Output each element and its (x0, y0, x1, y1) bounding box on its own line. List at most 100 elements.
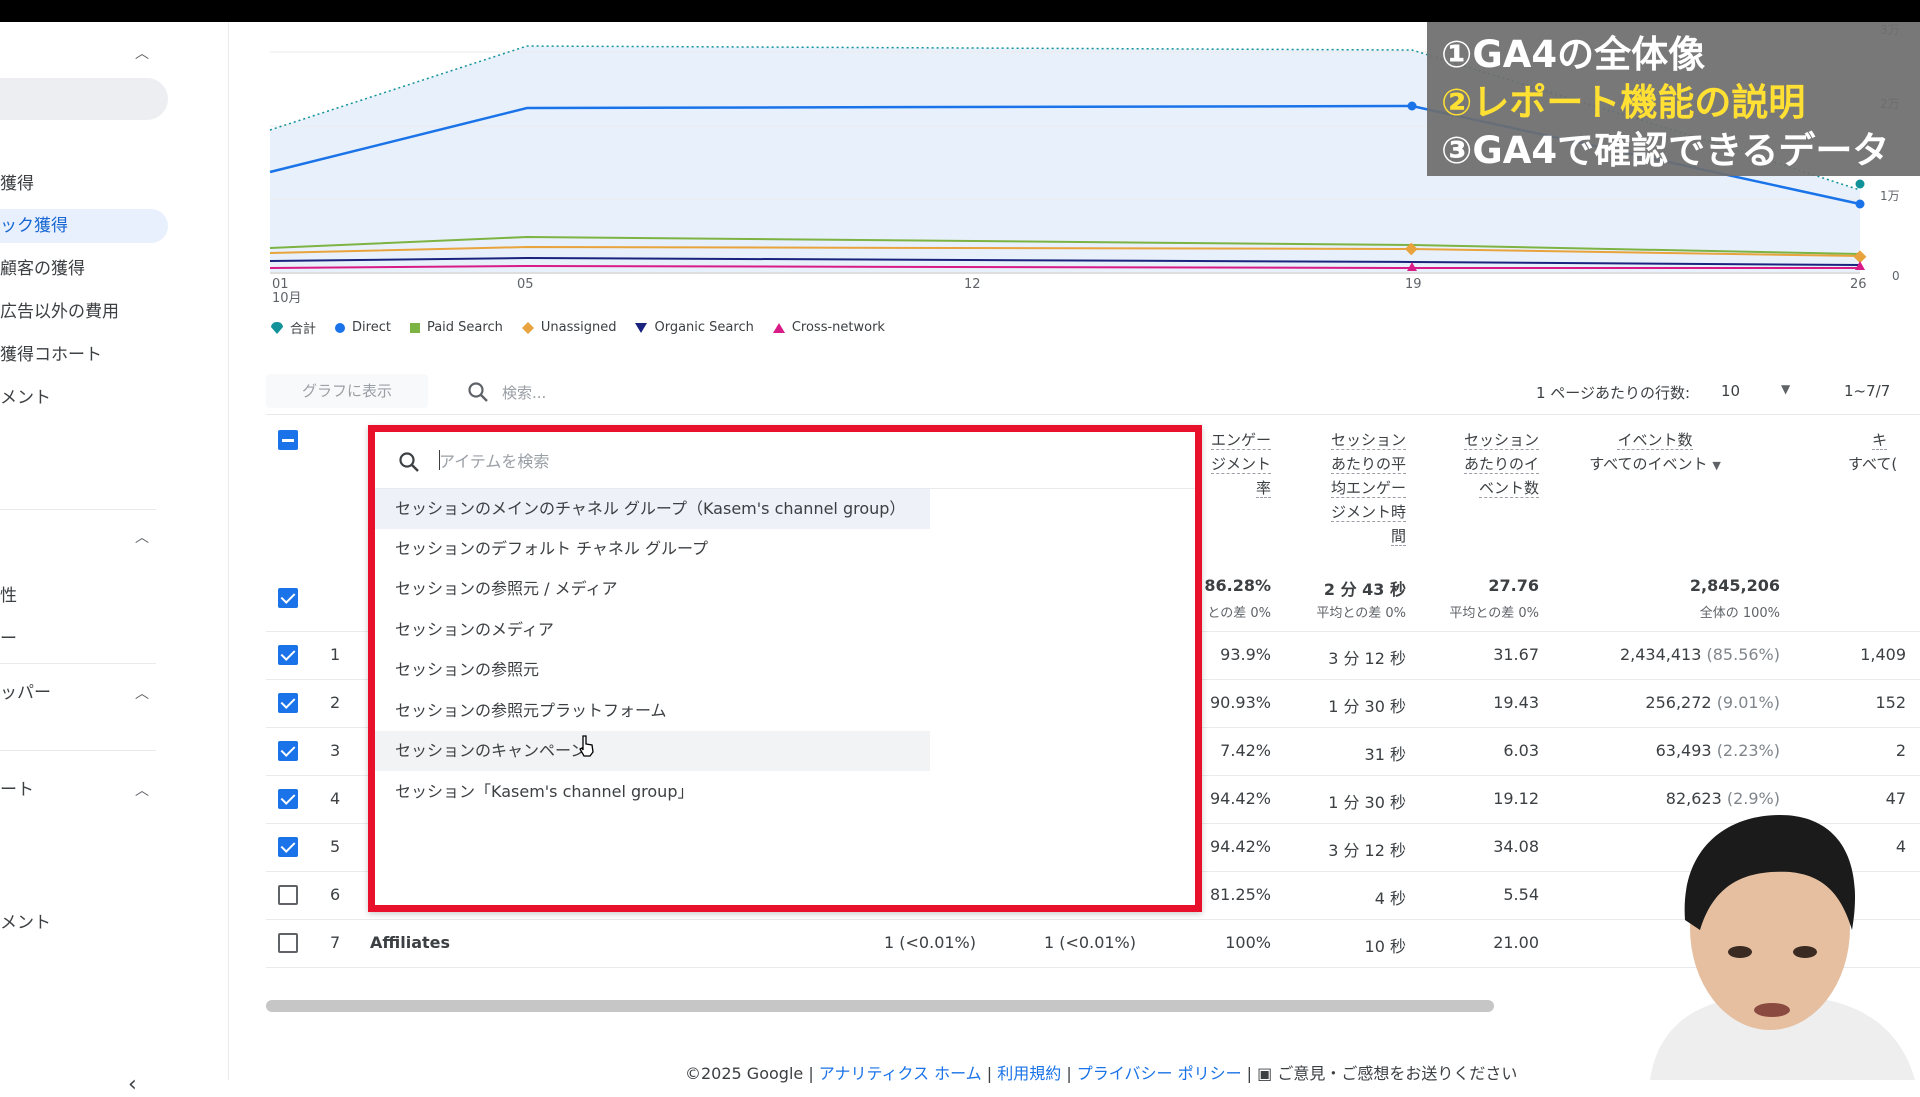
dropdown-option[interactable]: セッションの参照元プラットフォーム (375, 691, 930, 731)
dropdown-option[interactable]: セッションのキャンペーン (375, 731, 930, 771)
cell-channel-name[interactable]: Affiliates (370, 933, 450, 952)
chevron-up-icon[interactable]: ︿ (134, 686, 150, 702)
cell-avg-time: 1 分 30 秒 (1328, 793, 1406, 812)
sidebar-item-developer[interactable]: ッパー (0, 676, 51, 710)
total-events-per-session: 27.76 (1488, 576, 1539, 595)
text-cursor (439, 450, 440, 470)
dropdown-option[interactable]: セッションのメディア (375, 610, 930, 650)
caption-line-3: ③GA4で確認できるデータ (1441, 129, 1890, 172)
legend-label: Unassigned (540, 320, 617, 335)
cell-events-per-session: 19.12 (1493, 789, 1539, 808)
sidebar-item-traffic-acquisition[interactable]: ック獲得 (0, 209, 168, 243)
table-toolbar: グラフに表示 検索... 1 ページあたりの行数: 10 ▼ 1~7/7 (266, 370, 1920, 415)
row-checkbox[interactable] (278, 693, 298, 713)
video-caption-overlay: ①GA4の全体像 ②レポート機能の説明 ③GA4で確認できるデータ (1427, 22, 1920, 176)
legend-label: 合計 (290, 322, 317, 337)
legend-item-cross-network[interactable]: Cross-network (772, 320, 885, 335)
table-search-input[interactable]: 検索... (502, 382, 546, 403)
cell-key-events: 2 (1895, 741, 1906, 760)
feedback-icon[interactable]: ▣ (1257, 1064, 1272, 1083)
dimension-picker-dropdown: セッションのメインのチャネル グループ（Kasem's channel grou… (368, 425, 1202, 912)
dropdown-arrow-icon[interactable]: ▼ (1781, 382, 1790, 396)
rows-per-page-select[interactable]: 10 (1721, 382, 1740, 400)
header-events-per-session[interactable]: セッション あたりのイ ベント数 (1430, 428, 1539, 500)
header-engagement-rate[interactable]: エンゲー ジメント 率 (1195, 428, 1271, 500)
sidebar-item-non-google-cost[interactable]: 広告以外の費用 (0, 295, 119, 329)
cell-event-count: 256,272 (9.01%) (1645, 693, 1780, 712)
header-avg-engagement-time[interactable]: セッション あたりの平 均エンゲー ジメント時 間 (1300, 428, 1406, 548)
row-checkbox[interactable] (278, 933, 298, 953)
search-icon[interactable] (466, 380, 490, 404)
footer-feedback[interactable]: ご意見・ご感想をお送りください (1277, 1064, 1517, 1083)
row-checkbox[interactable] (278, 645, 298, 665)
dropdown-option[interactable]: セッションのメインのチャネル グループ（Kasem's channel grou… (375, 489, 930, 529)
cell-events-per-session: 6.03 (1503, 741, 1539, 760)
y-tick-label: 1万 (1880, 189, 1900, 203)
sidebar-selected-pill[interactable] (0, 78, 168, 120)
cell-events-per-session: 21.00 (1493, 933, 1539, 952)
horizontal-scrollbar[interactable] (266, 1000, 1494, 1012)
cell-events-per-session: 19.43 (1493, 693, 1539, 712)
x-tick-label: 19 (1405, 277, 1422, 292)
legend-item-total[interactable]: 合計 (270, 318, 316, 337)
cell-event-count: 2,434,413 (85.56%) (1619, 645, 1780, 664)
cell-events-per-session: 5.54 (1503, 885, 1539, 904)
header-event-count[interactable]: イベント数 すべてのイベント ▼ (1580, 428, 1730, 478)
legend-item-direct[interactable]: Direct (334, 320, 391, 335)
legend-label: Paid Search (426, 320, 503, 335)
footer-link-terms[interactable]: 利用規約 (997, 1064, 1061, 1083)
legend-item-unassigned[interactable]: Unassigned (521, 320, 617, 335)
footer-link-privacy[interactable]: プライバシー ポリシー (1077, 1064, 1242, 1083)
sidebar-item-segment-2[interactable]: メント (0, 906, 51, 940)
sidebar-divider (0, 750, 156, 751)
legend-item-organic-search[interactable]: Organic Search (634, 320, 754, 335)
sidebar-item-acquisition-cohort[interactable]: 獲得コホート (0, 338, 102, 372)
legend-label: Organic Search (654, 320, 754, 335)
sidebar-item-section2-b[interactable]: ー (0, 622, 17, 656)
sidebar-item-report[interactable]: ート (0, 773, 34, 807)
row-checkbox[interactable] (278, 837, 298, 857)
cell-avg-time: 31 秒 (1364, 745, 1406, 764)
sidebar-item-acquisition[interactable]: 獲得 (0, 167, 34, 201)
dropdown-option[interactable]: セッションのデフォルト チャネル グループ (375, 529, 930, 569)
collapse-sidebar-icon[interactable]: ‹ (128, 1072, 137, 1097)
sidebar-divider (0, 509, 156, 510)
cell-avg-time: 10 秒 (1364, 937, 1406, 956)
plot-rows-button[interactable]: グラフに表示 (266, 374, 428, 408)
hand-cursor-icon (579, 735, 594, 757)
page-footer: ©2025 Google | アナリティクス ホーム | 利用規約 | プライバ… (685, 1064, 1518, 1083)
item-search-input[interactable] (439, 446, 1179, 476)
sidebar-nav: ︿ 獲得 ック獲得 顧客の獲得 広告以外の費用 獲得コホート メント ︿ 性 ー… (0, 22, 229, 1097)
row-checkbox[interactable] (278, 885, 298, 905)
row-number: 4 (330, 789, 341, 808)
cell-engaged-sessions: 1 (<0.01%) (1044, 933, 1136, 952)
chevron-up-icon[interactable]: ︿ (134, 783, 150, 799)
cell-key-events: 47 (1885, 789, 1906, 808)
row-checkbox[interactable] (278, 789, 298, 809)
x-tick-label: 12 (964, 277, 981, 292)
footer-link-analytics-home[interactable]: アナリティクス ホーム (819, 1064, 982, 1083)
legend-item-paid-search[interactable]: Paid Search (409, 320, 503, 335)
legend-label: Direct (352, 320, 391, 335)
cell-event-count: 82,623 (2.9%) (1665, 789, 1780, 808)
dropdown-option[interactable]: セッションの参照元 (375, 650, 930, 690)
chevron-up-icon[interactable]: ︿ (134, 46, 150, 62)
cell-event-count: 63,493 (2.23%) (1655, 741, 1780, 760)
sidebar-item-user-acquisition[interactable]: 顧客の獲得 (0, 252, 85, 286)
cell-engagement-rate: 100% (1225, 933, 1271, 952)
sidebar-item-segment[interactable]: メント (0, 381, 51, 415)
chevron-up-icon[interactable]: ︿ (134, 530, 150, 546)
cell-events-per-session: 34.08 (1493, 837, 1539, 856)
totals-row-checkbox[interactable] (278, 588, 298, 608)
select-all-checkbox[interactable] (278, 430, 298, 450)
row-checkbox[interactable] (278, 741, 298, 761)
dropdown-option[interactable]: セッションの参照元 / メディア (375, 569, 930, 609)
series-direct-point (1407, 101, 1417, 111)
row-number: 1 (330, 645, 341, 664)
circle-icon (335, 322, 346, 333)
caption-line-1: ①GA4の全体像 (1441, 33, 1706, 76)
dropdown-option[interactable]: セッション「Kasem's channel group」 (375, 772, 930, 812)
header-key-events[interactable]: キ すべて( (1848, 428, 1920, 476)
presenter-webcam-image (1650, 815, 1915, 1080)
sidebar-item-attributes[interactable]: 性 (0, 579, 17, 613)
